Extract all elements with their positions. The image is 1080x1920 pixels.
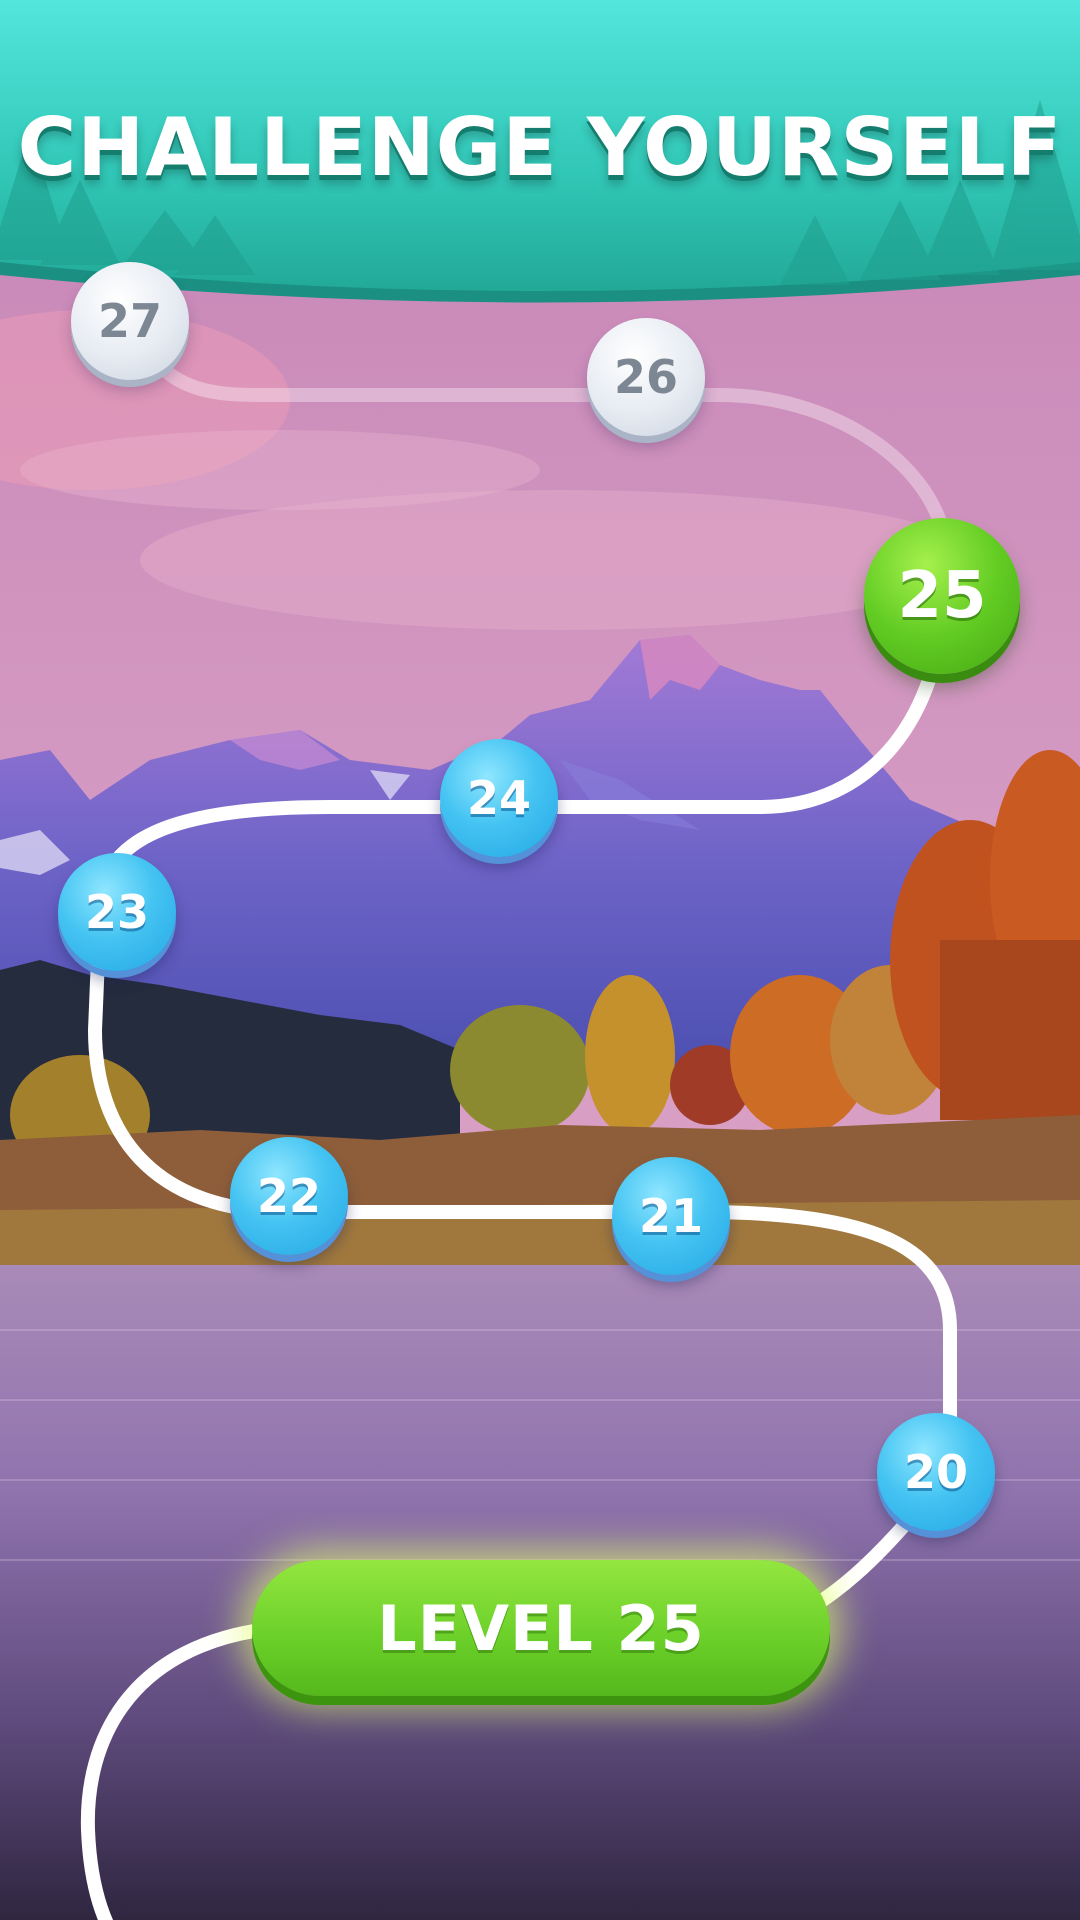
level-node-22[interactable]: 22 (230, 1137, 348, 1255)
level-node-24[interactable]: 24 (440, 739, 558, 857)
level-node-27[interactable]: 27 (71, 262, 189, 380)
level-node-25-current[interactable]: 25 (864, 518, 1020, 674)
level-node-20[interactable]: 20 (877, 1413, 995, 1531)
play-level-button[interactable]: LEVEL 25 (252, 1560, 830, 1696)
level-node-23[interactable]: 23 (58, 853, 176, 971)
play-level-label: LEVEL 25 (377, 1591, 705, 1665)
level-node-26[interactable]: 26 (587, 318, 705, 436)
banner-title: CHALLENGE YOURSELF (17, 101, 1063, 194)
level-node-21[interactable]: 21 (612, 1157, 730, 1275)
